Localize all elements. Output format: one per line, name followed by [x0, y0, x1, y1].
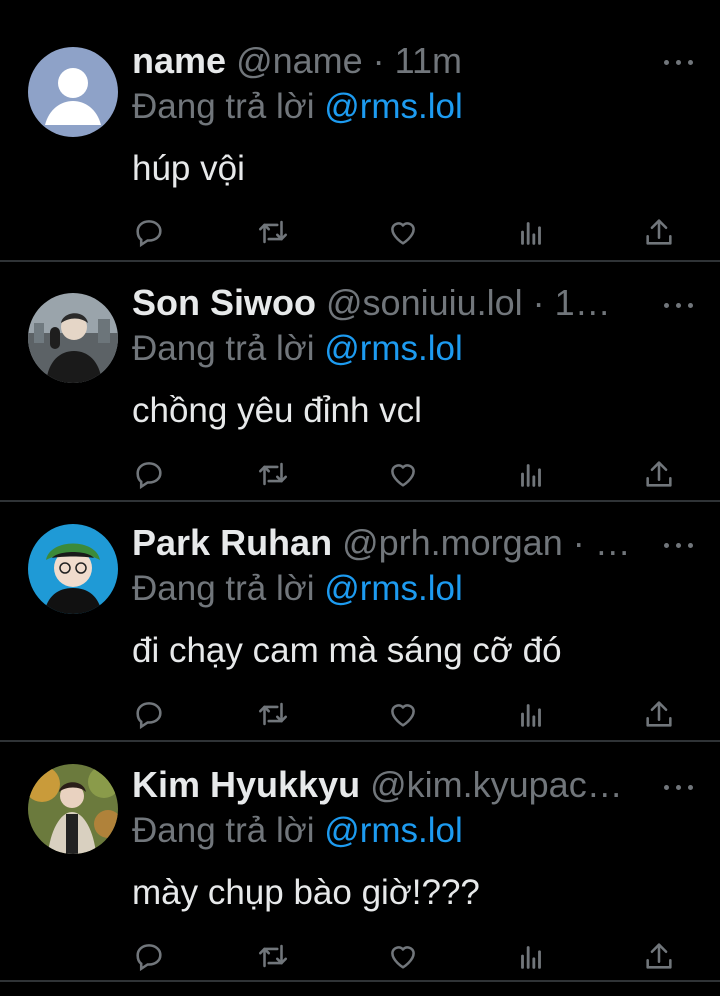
- replying-to: Đang trả lời @rms.lol: [132, 326, 690, 372]
- time-separator: ·: [522, 282, 555, 323]
- replying-to-handle[interactable]: @rms.lol: [324, 811, 463, 850]
- retweet-icon[interactable]: [256, 697, 290, 731]
- views-icon[interactable]: [514, 939, 548, 973]
- replying-to-handle[interactable]: @rms.lol: [324, 329, 463, 368]
- handle[interactable]: @name: [236, 40, 363, 81]
- replying-to-label: Đang trả lời: [132, 811, 315, 850]
- reply-tweet-3[interactable]: Park Ruhan @prh.morgan · … Đang trả lời …: [0, 502, 720, 742]
- reply-icon[interactable]: [132, 697, 166, 731]
- reply-tweet-4[interactable]: Kim Hyukkyu @kim.kyupac… Đang trả lời @r…: [0, 742, 720, 982]
- replying-to-handle[interactable]: @rms.lol: [324, 87, 463, 126]
- tweet-header: Son Siwoo @soniuiu.lol · 1…: [132, 280, 690, 326]
- share-icon[interactable]: [642, 697, 676, 731]
- action-bar: [132, 215, 692, 249]
- more-icon[interactable]: [664, 777, 694, 797]
- handle[interactable]: @kim.kyupac…: [370, 764, 623, 805]
- replying-to-label: Đang trả lời: [132, 329, 315, 368]
- action-bar: [132, 697, 692, 731]
- more-icon[interactable]: [664, 295, 694, 315]
- display-name[interactable]: Son Siwoo: [132, 282, 316, 323]
- like-icon[interactable]: [386, 697, 420, 731]
- action-bar: [132, 939, 692, 973]
- replying-to: Đang trả lời @rms.lol: [132, 566, 690, 612]
- replying-to: Đang trả lời @rms.lol: [132, 808, 690, 854]
- reply-tweet-2[interactable]: Son Siwoo @soniuiu.lol · 1… Đang trả lời…: [0, 262, 720, 502]
- tweet-text: mày chụp bào giờ!???: [132, 873, 480, 912]
- avatar[interactable]: [28, 524, 118, 614]
- retweet-icon[interactable]: [256, 215, 290, 249]
- views-icon[interactable]: [514, 457, 548, 491]
- avatar[interactable]: [28, 293, 118, 383]
- reply-tweet-1[interactable]: name @name · 11m Đang trả lời @rms.lol h…: [0, 0, 720, 262]
- avatar[interactable]: [28, 764, 118, 854]
- like-icon[interactable]: [386, 939, 420, 973]
- action-bar: [132, 457, 692, 491]
- tweet-body: Son Siwoo @soniuiu.lol · 1… Đang trả lời…: [132, 280, 690, 436]
- reply-icon[interactable]: [132, 939, 166, 973]
- tweet-body: name @name · 11m Đang trả lời @rms.lol h…: [132, 38, 690, 194]
- retweet-icon[interactable]: [256, 939, 290, 973]
- more-icon[interactable]: [664, 52, 694, 72]
- more-icon[interactable]: [664, 535, 694, 555]
- tweet-body: Kim Hyukkyu @kim.kyupac… Đang trả lời @r…: [132, 762, 690, 918]
- tweet-text: chồng yêu đỉnh vcl: [132, 391, 422, 430]
- reply-icon[interactable]: [132, 457, 166, 491]
- time-separator: ·: [562, 522, 595, 563]
- replying-to-label: Đang trả lời: [132, 569, 315, 608]
- like-icon[interactable]: [386, 215, 420, 249]
- handle[interactable]: @prh.morgan: [342, 522, 563, 563]
- views-icon[interactable]: [514, 697, 548, 731]
- timestamp[interactable]: 11m: [395, 40, 462, 81]
- time-separator: ·: [362, 40, 395, 81]
- replying-to-label: Đang trả lời: [132, 87, 315, 126]
- tweet-text: đi chạy cam mà sáng cỡ đó: [132, 631, 562, 670]
- reply-feed: name @name · 11m Đang trả lời @rms.lol h…: [0, 0, 720, 982]
- display-name[interactable]: name: [132, 40, 226, 81]
- tweet-header: Park Ruhan @prh.morgan · …: [132, 520, 690, 566]
- tweet-text: húp vội: [132, 149, 245, 188]
- share-icon[interactable]: [642, 939, 676, 973]
- replying-to-handle[interactable]: @rms.lol: [324, 569, 463, 608]
- timestamp[interactable]: …: [595, 522, 631, 563]
- like-icon[interactable]: [386, 457, 420, 491]
- reply-icon[interactable]: [132, 215, 166, 249]
- tweet-body: Park Ruhan @prh.morgan · … Đang trả lời …: [132, 520, 690, 676]
- avatar[interactable]: [28, 47, 118, 137]
- display-name[interactable]: Park Ruhan: [132, 522, 332, 563]
- retweet-icon[interactable]: [256, 457, 290, 491]
- views-icon[interactable]: [514, 215, 548, 249]
- share-icon[interactable]: [642, 457, 676, 491]
- tweet-header: name @name · 11m: [132, 38, 690, 84]
- replying-to: Đang trả lời @rms.lol: [132, 84, 690, 130]
- timestamp[interactable]: 1…: [555, 282, 611, 323]
- handle[interactable]: @soniuiu.lol: [326, 282, 523, 323]
- display-name[interactable]: Kim Hyukkyu: [132, 764, 360, 805]
- tweet-header: Kim Hyukkyu @kim.kyupac…: [132, 762, 690, 808]
- share-icon[interactable]: [642, 215, 676, 249]
